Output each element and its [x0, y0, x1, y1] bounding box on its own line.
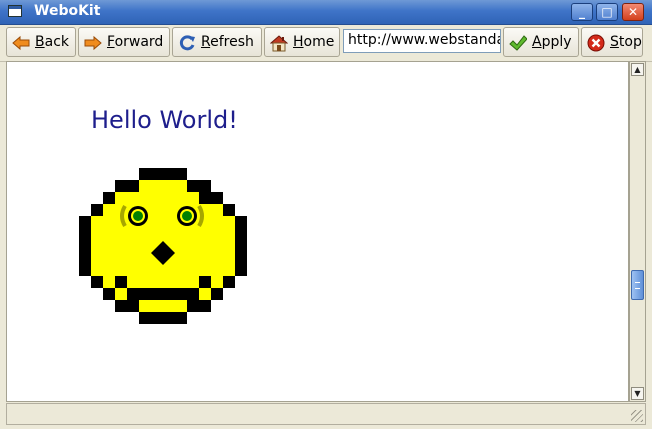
back-arrow-icon	[12, 35, 30, 51]
minimize-icon: _	[579, 5, 585, 19]
maximize-button[interactable]: □	[596, 3, 618, 21]
web-content-view[interactable]: Hello World!	[6, 61, 629, 402]
forward-label: Forward	[107, 34, 164, 50]
scroll-grip-icon	[635, 282, 640, 289]
window-title: WeboKit	[34, 3, 101, 19]
home-button[interactable]: Home	[264, 27, 340, 57]
minimize-button[interactable]: _	[571, 3, 593, 21]
title-bar: WeboKit _ □ ✕	[0, 0, 652, 25]
forward-arrow-icon	[84, 35, 102, 51]
apply-label: Apply	[532, 34, 572, 50]
back-label: Back	[35, 34, 69, 50]
stop-button[interactable]: Stop	[581, 27, 643, 57]
apply-check-icon	[509, 35, 527, 51]
close-button[interactable]: ✕	[622, 3, 644, 21]
vertical-scrollbar[interactable]: ▲ ▼	[629, 61, 646, 402]
maximize-icon: □	[601, 5, 613, 19]
refresh-label: Refresh	[201, 34, 254, 50]
close-icon: ✕	[627, 5, 639, 19]
scroll-down-button[interactable]: ▼	[631, 387, 644, 400]
page-heading: Hello World!	[91, 106, 238, 134]
scroll-thumb[interactable]	[631, 270, 644, 300]
refresh-icon	[179, 35, 195, 51]
apply-button[interactable]: Apply	[503, 27, 579, 57]
home-label: Home	[293, 34, 335, 50]
window-icon[interactable]	[8, 5, 22, 17]
forward-button[interactable]: Forward	[78, 27, 170, 57]
stop-label: Stop	[610, 34, 642, 50]
refresh-button[interactable]: Refresh	[172, 27, 262, 57]
scroll-up-button[interactable]: ▲	[631, 63, 644, 76]
url-input[interactable]: http://www.webstandards.org/files/acid2/…	[343, 29, 501, 53]
resize-grip-icon[interactable]	[631, 410, 643, 422]
toolbar: Back Forward Refresh Home http://www.web…	[0, 25, 652, 62]
acid2-smiley-face	[79, 168, 247, 324]
home-icon	[270, 35, 288, 52]
back-button[interactable]: Back	[6, 27, 76, 57]
status-bar	[6, 403, 646, 425]
stop-icon	[587, 34, 605, 52]
